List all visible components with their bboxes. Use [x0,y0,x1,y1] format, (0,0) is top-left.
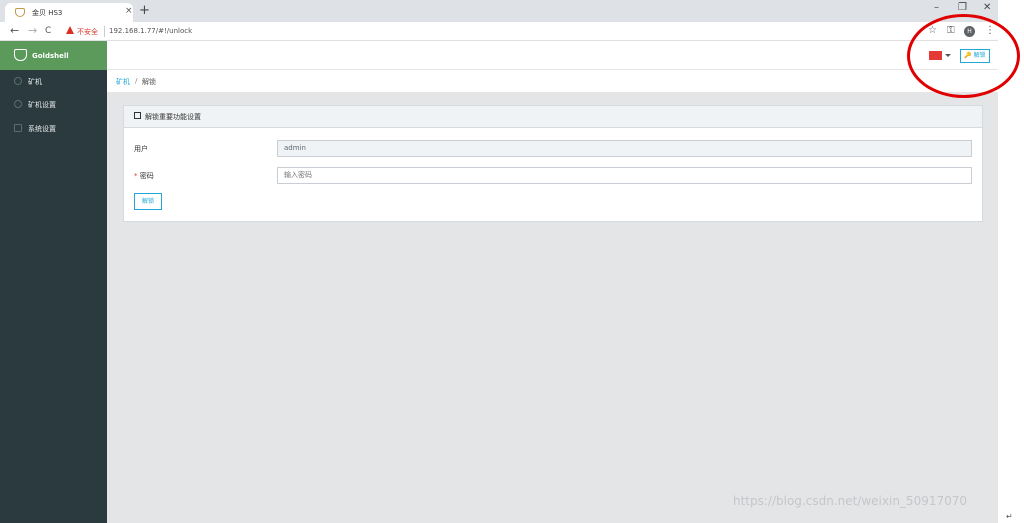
user-label: 用户 [134,145,148,153]
sidebar: Goldshell 矿机 矿机设置 系统设置 [0,41,108,523]
reload-button[interactable]: C [45,26,51,36]
close-window-button[interactable]: ✕ [983,2,991,13]
main-content: 解锁重要功能设置 用户 admin * 密码 解锁 [107,93,998,523]
unlock-card: 解锁重要功能设置 用户 admin * 密码 解锁 [123,105,983,222]
star-icon [14,77,22,85]
back-button[interactable]: ← [10,24,19,37]
restore-button[interactable]: ❐ [958,2,967,13]
address-bar[interactable]: 192.168.1.77/#!/unlock [109,27,192,35]
tab-bar: 金贝 HS3 × + – ❐ ✕ [0,0,998,22]
sidebar-item-label: 矿机设置 [28,101,56,109]
tab-close-icon[interactable]: × [125,6,133,16]
monitor-icon [14,124,22,132]
breadcrumb-separator: / [135,77,138,85]
sidebar-item-system-settings[interactable]: 系统设置 [0,119,107,139]
breadcrumb-current: 解锁 [142,78,156,86]
brand-logo[interactable]: Goldshell [0,41,107,70]
header-bar: 🔑 解锁 [107,41,998,70]
password-input[interactable] [277,167,972,184]
required-marker: * [134,172,138,180]
warning-icon[interactable] [66,26,74,34]
gear-icon [14,100,22,108]
annotation-circle [907,14,1020,98]
card-header: 解锁重要功能设置 [124,106,982,128]
sidebar-item-miner[interactable]: 矿机 [0,72,107,92]
edit-icon [134,112,141,119]
goldshell-logo-icon [14,49,27,61]
sidebar-item-label: 系统设置 [28,125,56,133]
browser-tab[interactable]: 金贝 HS3 × [5,3,133,22]
password-label: * 密码 [134,171,154,181]
forward-button[interactable]: → [28,24,37,37]
return-mark: ↵ [1006,512,1013,521]
tab-title: 金贝 HS3 [32,9,63,17]
password-label-text: 密码 [139,172,154,180]
breadcrumb-parent-link[interactable]: 矿机 [116,77,130,87]
goldshell-favicon-icon [15,8,25,17]
unlock-submit-button[interactable]: 解锁 [134,193,162,210]
security-indicator[interactable]: 不安全 [77,27,98,37]
sidebar-item-label: 矿机 [28,78,42,86]
browser-window: 金贝 HS3 × + – ❐ ✕ ← → C 不安全 192.168.1.77/… [0,0,998,523]
sidebar-item-miner-settings[interactable]: 矿机设置 [0,95,107,115]
card-title: 解锁重要功能设置 [145,113,201,121]
url-separator [104,26,105,37]
user-field[interactable]: admin [277,140,972,157]
brand-name: Goldshell [32,52,69,60]
watermark-text: https://blog.csdn.net/weixin_50917070 [733,494,968,508]
minimize-button[interactable]: – [934,2,939,13]
new-tab-button[interactable]: + [139,3,150,18]
browser-toolbar: ← → C 不安全 192.168.1.77/#!/unlock ☆ ⚿ H ⋮ [0,22,998,41]
breadcrumb: 矿机 / 解锁 [107,70,998,93]
